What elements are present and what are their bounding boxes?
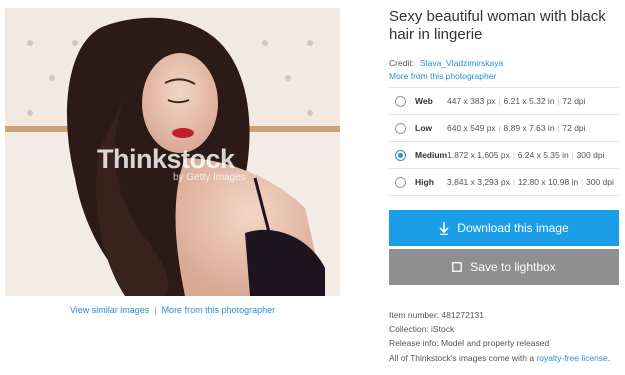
- more-from-line: More from this photographer: [389, 71, 619, 81]
- pipe-divider: |: [581, 180, 584, 187]
- size-dpi: 72 dpi: [562, 96, 586, 106]
- item-number: Item number: 481272131: [389, 310, 484, 320]
- pipe-divider: |: [557, 126, 560, 133]
- pipe-divider: |: [498, 126, 501, 133]
- save-to-lightbox-button[interactable]: Save to lightbox: [389, 249, 619, 285]
- view-similar-link[interactable]: View similar images: [70, 305, 149, 315]
- size-px: 447 x 383 px: [447, 96, 496, 106]
- size-options: Web 447 x 383 px | 6.21 x 5.32 in | 72 dpi L…: [389, 87, 619, 196]
- photo-links: View similar images | More from this photo…: [5, 305, 340, 315]
- size-inches: 6.21 x 5.32 in: [503, 96, 555, 106]
- pipe-divider: |: [512, 180, 515, 187]
- size-detail: 640 x 549 px | 8.89 x 7.63 in | 72 dpi: [447, 123, 586, 133]
- radio-medium-selected[interactable]: [395, 149, 406, 161]
- royalty-free-license-link[interactable]: royalty-free license: [536, 353, 607, 363]
- license-prefix: All of Thinkstock's images come with a: [389, 352, 537, 363]
- size-option-high[interactable]: High 3,841 x 3,293 px | 12.80 x 10.98 in | 3…: [389, 168, 619, 196]
- radio-web[interactable]: [395, 95, 406, 107]
- photographer-link[interactable]: Slava_Vladzimirskaya: [420, 58, 503, 68]
- lightbox-label: Save to lightbox: [470, 260, 556, 274]
- size-dpi: 72 dpi: [562, 123, 586, 133]
- download-arrow-icon: [439, 221, 449, 235]
- pipe-divider: |: [571, 153, 574, 160]
- size-option-medium[interactable]: Medium 1,872 x 1,605 px | 6.24 x 5.35 in | 3…: [389, 141, 619, 168]
- size-detail: 447 x 383 px | 6.21 x 5.32 in | 72 dpi: [447, 96, 586, 106]
- size-dpi: 300 dpi: [586, 177, 614, 187]
- image-title: Sexy beautiful woman with black hair in …: [389, 8, 606, 43]
- license-line: All of Thinkstock's images come with a r…: [389, 351, 625, 365]
- size-option-low[interactable]: Low 640 x 549 px | 8.89 x 7.63 in | 72 dpi: [389, 114, 619, 141]
- watermark-logo: Thinkstock: [97, 144, 235, 174]
- download-button[interactable]: Download this image: [389, 210, 619, 246]
- size-name: High: [415, 177, 434, 187]
- collection: Collection: iStock: [389, 324, 455, 335]
- link-separator: |: [154, 305, 157, 315]
- pipe-divider: |: [512, 153, 515, 160]
- size-px: 640 x 549 px: [447, 123, 496, 133]
- size-px: 1,872 x 1,605 px: [447, 150, 510, 160]
- pipe-divider: |: [557, 99, 560, 106]
- watermark-sub: by Getty Images: [173, 172, 246, 183]
- size-detail: 1,872 x 1,605 px | 6.24 x 5.35 in | 300 dpi: [447, 150, 604, 160]
- download-label: Download this image: [457, 221, 569, 235]
- size-name: Medium: [415, 150, 448, 160]
- pipe-divider: |: [498, 99, 501, 106]
- size-inches: 8.89 x 7.63 in: [503, 123, 555, 133]
- credit-line: Credit: Slava_Vladzimirskaya: [389, 58, 619, 68]
- size-inches: 6.24 x 5.35 in: [517, 150, 569, 160]
- stock-photo[interactable]: Thinkstock by Getty Images: [5, 8, 340, 296]
- size-dpi: 300 dpi: [576, 150, 605, 160]
- image-details: Sexy beautiful woman with black hair in …: [389, 8, 619, 81]
- checkbox-icon: [452, 262, 463, 272]
- credit-label: Credit:: [389, 58, 415, 68]
- radio-high[interactable]: [395, 176, 406, 188]
- release-info: Release info: Model and property release…: [389, 338, 550, 349]
- size-px: 3,841 x 3,293 px: [447, 177, 510, 187]
- size-name: Low: [415, 123, 432, 133]
- radio-low[interactable]: [395, 122, 406, 134]
- more-from-photographer-link[interactable]: More from this photographer: [162, 305, 276, 315]
- image-metadata: Item number: 481272131 Collection: iStoc…: [389, 308, 625, 365]
- more-from-photographer-link-2[interactable]: More from this photographer: [389, 71, 496, 81]
- size-inches: 12.80 x 10.98 in: [517, 177, 579, 187]
- size-option-web[interactable]: Web 447 x 383 px | 6.21 x 5.32 in | 72 dpi: [389, 87, 619, 114]
- license-suffix: .: [607, 352, 611, 363]
- size-detail: 3,841 x 3,293 px | 12.80 x 10.98 in | 300 dp…: [447, 177, 614, 187]
- size-name: Web: [415, 96, 433, 106]
